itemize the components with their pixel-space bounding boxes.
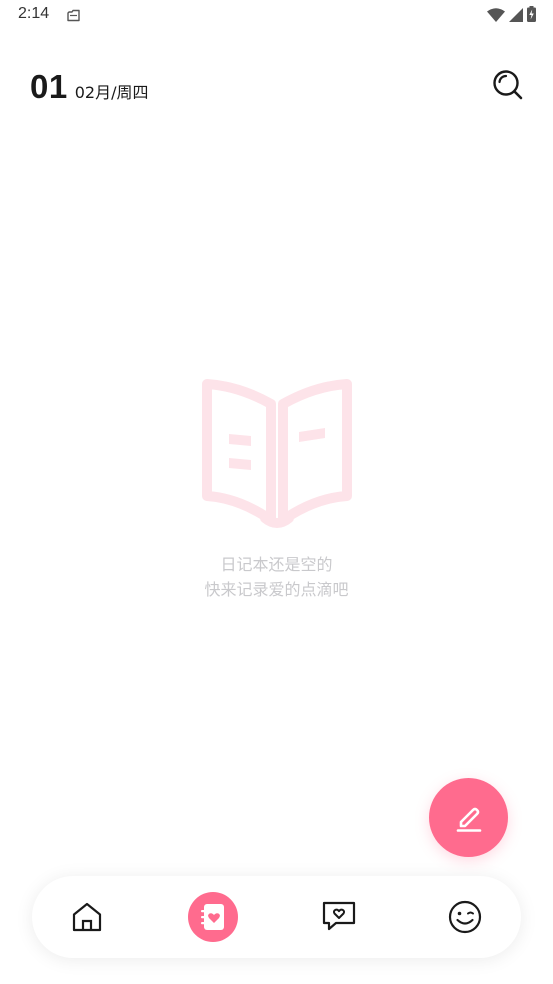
date-header: 01 02月/周四 [30,68,148,106]
wifi-icon [487,7,505,26]
nav-mood[interactable] [440,892,490,942]
diary-heart-icon [201,904,224,930]
empty-line-2: 快来记录爱的点滴吧 [204,580,349,599]
write-diary-button[interactable] [429,778,508,857]
empty-line-1: 日记本还是空的 [220,555,333,574]
date-day: 01 [30,68,68,105]
empty-state: 日记本还是空的 快来记录爱的点滴吧 [0,378,553,602]
status-time: 2:14 [18,5,50,22]
chat-heart-icon [322,901,356,931]
status-icons [487,6,536,26]
notification-icon [66,8,82,22]
date-month-weekday: 02月/周四 [74,83,149,102]
bottom-nav [32,876,521,958]
search-icon [493,70,523,100]
search-button[interactable] [491,68,525,102]
battery-icon [527,6,536,26]
signal-icon [509,7,523,26]
pencil-icon [456,807,481,832]
empty-message: 日记本还是空的 快来记录爱的点滴吧 [0,552,553,602]
nav-home[interactable] [62,892,112,942]
open-book-icon [201,379,352,528]
diary-screen: 2:14 01 02月/周四 日记本还是空的 快来记录爱的点滴吧 [0,0,553,984]
status-bar: 2:14 [0,0,553,32]
nav-messages[interactable] [314,892,364,942]
home-icon [72,902,102,932]
smiley-icon [448,900,482,934]
nav-diary[interactable] [188,892,238,942]
